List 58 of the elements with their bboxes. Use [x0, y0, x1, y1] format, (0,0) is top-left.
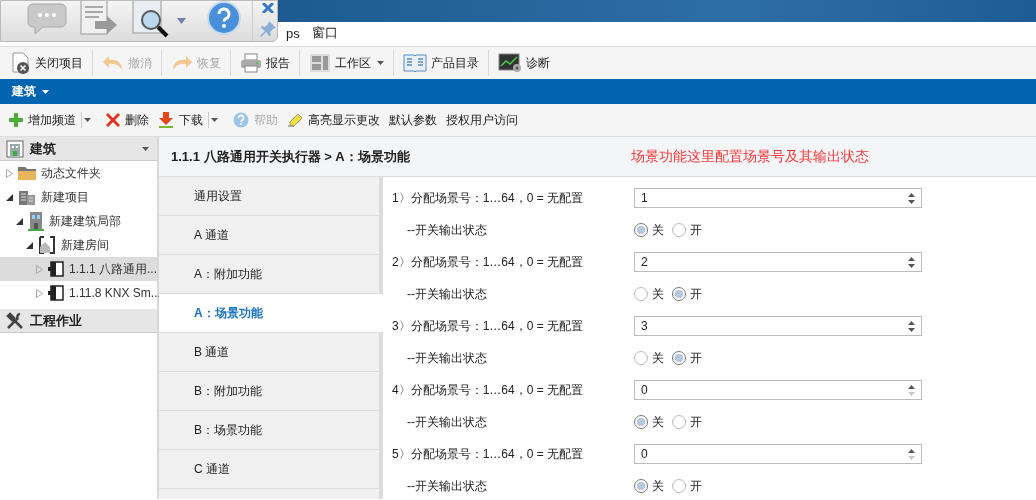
radio-button[interactable]: 开: [672, 221, 702, 239]
tree-item[interactable]: 1.1.1 八路通用...: [0, 257, 157, 281]
field-label: 1〉分配场景号：1…64，0 = 无配置: [391, 189, 585, 207]
nav-item[interactable]: C 通道: [159, 450, 379, 489]
toolbar-button[interactable]: 诊断: [495, 49, 553, 77]
field-label: --开关输出状态: [406, 477, 488, 495]
nav-item[interactable]: B：附加功能: [159, 372, 379, 411]
toolbar-button[interactable]: 工作区: [306, 49, 387, 77]
toolbar-button[interactable]: 下载: [157, 107, 225, 133]
toolbar-button[interactable]: 授权用户访问: [445, 107, 519, 133]
radio-button[interactable]: 关: [634, 349, 664, 367]
nav-item[interactable]: B 通道: [159, 333, 379, 372]
sidebar-title: 工程作业: [30, 311, 83, 330]
number-field[interactable]: 3: [634, 316, 922, 336]
nav-item[interactable]: A：场景功能: [159, 294, 383, 333]
panel-dropdown[interactable]: 建筑: [12, 83, 49, 100]
sidebar-header[interactable]: 建筑: [0, 137, 157, 161]
field-label: --开关输出状态: [406, 349, 488, 367]
sidebar-title: 建筑: [30, 139, 57, 158]
tree-item[interactable]: 1.11.8 KNX Sm...: [0, 281, 157, 305]
field-label: 3〉分配场景号：1…64，0 = 无配置: [391, 317, 585, 335]
nav-item[interactable]: 通用设置: [159, 177, 379, 216]
menu-item[interactable]: ps: [286, 25, 300, 41]
field-label: --开关输出状态: [406, 413, 488, 431]
nav-item[interactable]: B：场景功能: [159, 411, 379, 450]
radio-button[interactable]: 关: [634, 221, 664, 239]
field-label: --开关输出状态: [406, 221, 488, 239]
radio-button[interactable]: 开: [672, 285, 702, 303]
radio-button[interactable]: 开: [672, 413, 702, 431]
tree-item[interactable]: 动态文件夹: [0, 161, 157, 185]
field-label: --开关输出状态: [406, 285, 488, 303]
toolbar-button[interactable]: 报告: [237, 49, 293, 77]
annotation-text: 场景功能这里配置场景号及其输出状态: [631, 147, 869, 166]
tree-item[interactable]: 新建建筑局部: [0, 209, 157, 233]
number-field[interactable]: 1: [634, 188, 922, 208]
toolbar-button[interactable]: 增加频道: [8, 107, 98, 133]
toolbar-button[interactable]: 高亮显示更改: [286, 107, 381, 133]
field-label: 4〉分配场景号：1…64，0 = 无配置: [391, 381, 585, 399]
field-label: 5〉分配场景号：1…64，0 = 无配置: [391, 445, 585, 463]
sidebar-section[interactable]: 工程作业: [0, 309, 157, 333]
tree-item[interactable]: 新建项目: [0, 185, 157, 209]
nav-item[interactable]: A 通道: [159, 216, 379, 255]
toolbar-button[interactable]: 关闭项目: [8, 49, 86, 77]
breadcrumb: 1.1.1 八路通用开关执行器 > A：场景功能: [171, 147, 411, 166]
menu-item[interactable]: 窗口: [311, 24, 338, 42]
toolbar-button[interactable]: 删除: [105, 107, 150, 133]
radio-button[interactable]: 关: [634, 477, 664, 495]
radio-button[interactable]: 关: [634, 413, 664, 431]
radio-button[interactable]: 开: [672, 477, 702, 495]
toolbar-button[interactable]: 产品目录: [400, 49, 482, 77]
number-field[interactable]: 0: [634, 380, 922, 400]
number-field[interactable]: 2: [634, 252, 922, 272]
radio-button[interactable]: 开: [672, 349, 702, 367]
toolbar-button[interactable]: 默认参数: [388, 107, 438, 133]
field-label: 2〉分配场景号：1…64，0 = 无配置: [391, 253, 585, 271]
radio-button[interactable]: 关: [634, 285, 664, 303]
tree-item[interactable]: 新建房间: [0, 233, 157, 257]
number-field[interactable]: 0: [634, 444, 922, 464]
